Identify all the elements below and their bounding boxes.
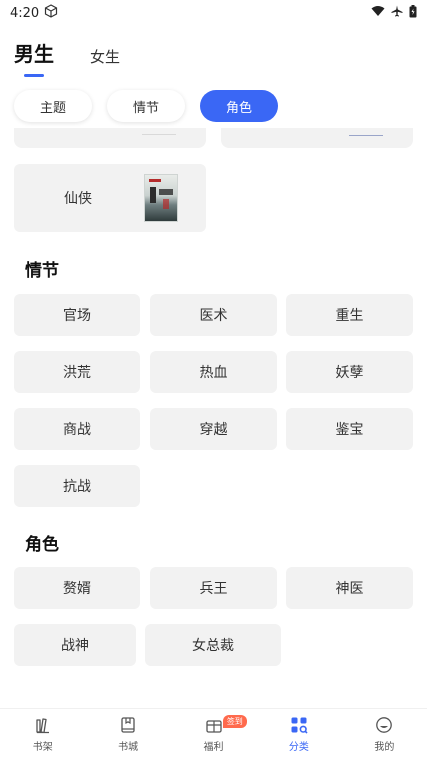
category-grid-icon — [289, 715, 309, 735]
nav-label: 我的 — [374, 742, 395, 753]
nav-label: 书架 — [32, 742, 53, 753]
gift-icon — [204, 715, 224, 735]
tag-guanchang[interactable]: 官场 — [14, 294, 140, 336]
status-bar: 4:20 — [0, 0, 427, 26]
tag-bingwang[interactable]: 兵王 — [150, 567, 277, 609]
status-left: 4:20 — [10, 4, 58, 22]
gender-tabs: 男生 女生 — [14, 38, 120, 77]
section-title-plot: 情节 — [25, 261, 59, 281]
status-right — [371, 4, 417, 22]
bookshelf-icon — [33, 715, 53, 735]
airplane-icon — [391, 5, 403, 21]
nav-welfare[interactable]: 签到 福利 — [171, 709, 256, 759]
tag-zhanshen[interactable]: 战神 — [14, 624, 136, 666]
battery-icon — [409, 4, 417, 22]
card-divider — [142, 134, 176, 135]
cube-icon — [44, 4, 58, 22]
book-store-icon — [118, 715, 138, 735]
sign-in-badge: 签到 — [222, 715, 247, 728]
tab-female[interactable]: 女生 — [90, 46, 120, 67]
tag-yishu[interactable]: 医术 — [150, 294, 277, 336]
book-cover-image — [144, 174, 178, 222]
filter-pills: 主题 情节 角色 — [14, 90, 278, 122]
nav-profile[interactable]: 我的 — [342, 709, 427, 759]
theme-card-partial[interactable] — [14, 128, 206, 148]
card-divider — [349, 135, 383, 136]
nav-bookshelf[interactable]: 书架 — [0, 709, 85, 759]
tag-honghuang[interactable]: 洪荒 — [14, 351, 140, 393]
tag-yaonie[interactable]: 妖孽 — [286, 351, 413, 393]
nav-bookstore[interactable]: 书城 — [85, 709, 170, 759]
tag-zhuixu[interactable]: 赘婿 — [14, 567, 140, 609]
pill-plot[interactable]: 情节 — [107, 90, 185, 122]
tag-kangzhan[interactable]: 抗战 — [14, 465, 140, 507]
nav-category[interactable]: 分类 — [256, 709, 341, 759]
nav-label: 书城 — [118, 742, 139, 753]
tab-male[interactable]: 男生 — [14, 38, 54, 77]
tag-rexue[interactable]: 热血 — [150, 351, 277, 393]
pill-role[interactable]: 角色 — [200, 90, 278, 122]
bottom-nav: 书架 书城 签到 福利 分类 我的 — [0, 708, 427, 759]
tag-nvzongcai[interactable]: 女总裁 — [145, 624, 281, 666]
tag-chuanyue[interactable]: 穿越 — [150, 408, 277, 450]
theme-card-label: 仙侠 — [64, 191, 92, 207]
nav-label: 福利 — [203, 742, 224, 753]
pill-theme[interactable]: 主题 — [14, 90, 92, 122]
category-content[interactable]: 仙侠 情节 官场 医术 重生 洪荒 热血 妖孽 商战 穿越 鉴宝 抗战 角色 赘… — [0, 128, 427, 708]
theme-card-xianxia[interactable]: 仙侠 — [14, 164, 206, 232]
tag-chongsheng[interactable]: 重生 — [286, 294, 413, 336]
tag-jianbao[interactable]: 鉴宝 — [286, 408, 413, 450]
theme-card-partial[interactable] — [221, 128, 413, 148]
profile-icon — [374, 715, 394, 735]
section-title-role: 角色 — [25, 535, 59, 555]
tag-shangzhan[interactable]: 商战 — [14, 408, 140, 450]
tag-shenyi[interactable]: 神医 — [286, 567, 413, 609]
status-time: 4:20 — [10, 5, 40, 21]
nav-label: 分类 — [288, 742, 309, 753]
wifi-icon — [371, 5, 385, 21]
